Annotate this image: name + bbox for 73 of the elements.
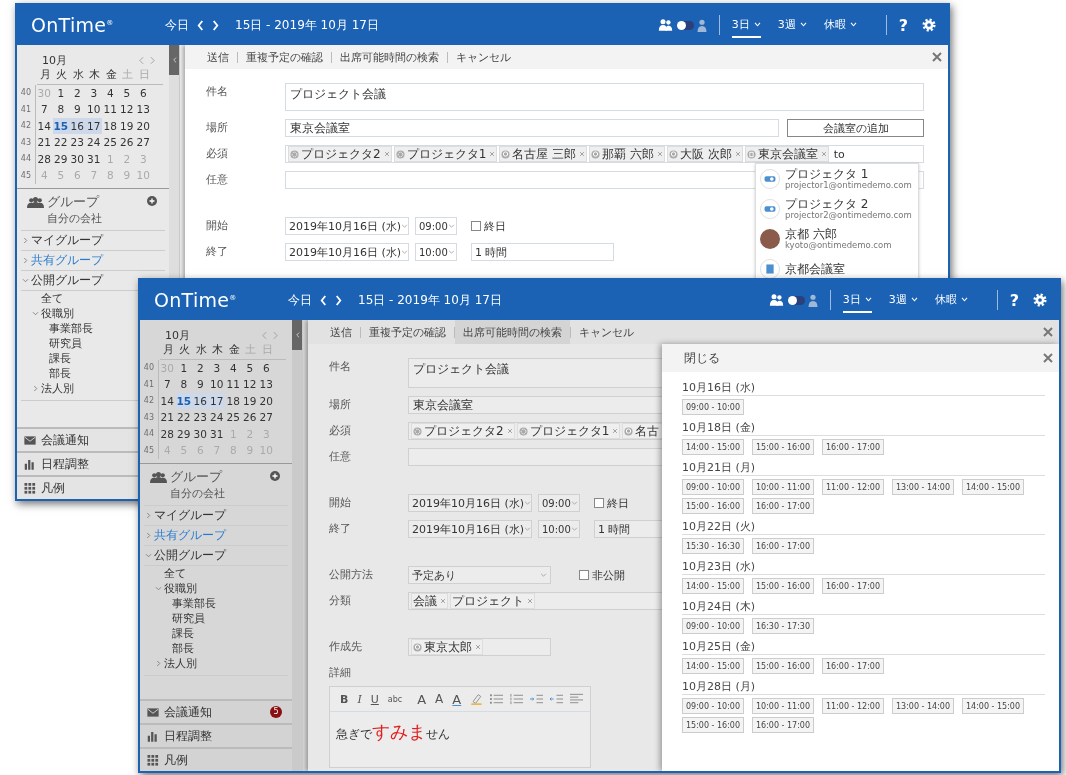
- week-number: 44: [19, 150, 36, 167]
- field-label: 終了: [206, 244, 229, 260]
- week-number: 43: [142, 409, 159, 426]
- field-label: 開始: [206, 218, 229, 234]
- weekday-label: 木: [88, 67, 102, 84]
- week-number: 43: [19, 134, 36, 151]
- date-range: 15日 - 2019年 10月 17日: [235, 16, 379, 34]
- weekday-label: 水: [194, 342, 208, 359]
- suggestion-name: 京都 六郎: [785, 227, 838, 240]
- month-label: 10月: [165, 327, 190, 343]
- suggestion-name: 京都会議室: [785, 263, 845, 275]
- field-label: 件名: [329, 359, 352, 375]
- week-number: 45: [142, 442, 159, 459]
- suggestion-email: kyoto@ontimedemo.com: [785, 239, 892, 251]
- week-number: 42: [19, 117, 36, 134]
- week-number: 40: [142, 359, 159, 376]
- nav-label: 会議通知: [164, 703, 212, 721]
- suggestion-email: projector2@ontimedemo.com: [785, 209, 912, 221]
- date-heading: 10月28日 (月): [682, 680, 1045, 695]
- group-title: グループ: [170, 468, 224, 486]
- suggestion-name: プロジェクタ 1: [785, 167, 870, 180]
- field-label: 必須: [329, 423, 352, 439]
- date-heading: 10月22日 (火): [682, 520, 1045, 535]
- weekday-label: 火: [55, 67, 69, 84]
- field-label: 場所: [329, 397, 352, 413]
- date-range: 15日 - 2019年 10月 17日: [358, 291, 502, 309]
- editor-text: 急ぎですみま せん: [335, 720, 451, 744]
- field-label: 任意: [329, 449, 352, 465]
- week-number: 45: [19, 167, 36, 184]
- weekday-label: 月: [161, 342, 175, 359]
- weekday-label: 日: [137, 67, 151, 84]
- month-label: 10月: [42, 52, 67, 68]
- date-heading: 10月23日 (水): [682, 560, 1045, 575]
- field-label: 場所: [206, 120, 229, 136]
- group-subtitle: 自分の会社: [47, 210, 103, 226]
- date-heading: 10月16日 (水): [682, 381, 1045, 396]
- suggestion-name: プロジェクタ 2: [785, 197, 870, 210]
- field-label: 開始: [329, 495, 352, 511]
- count-badge: 5: [270, 706, 282, 718]
- date-heading: 10月21日 (月): [682, 461, 1045, 476]
- nav-label: 会議通知: [41, 431, 89, 449]
- field-label: 終了: [329, 521, 352, 537]
- nav-label: 日程調整: [41, 455, 89, 473]
- week-number: 44: [142, 425, 159, 442]
- nav-label: 凡例: [41, 479, 65, 497]
- week-number: 41: [142, 376, 159, 393]
- field-label: 件名: [206, 84, 229, 100]
- app-logo: OnTime$^{®}$: [31, 14, 115, 36]
- date-heading: 10月24日 (木): [682, 600, 1045, 615]
- week-number: 41: [19, 101, 36, 118]
- group-subtitle: 自分の会社: [170, 485, 226, 501]
- date-heading: 10月18日 (金): [682, 421, 1045, 436]
- nav-label: 凡例: [164, 751, 188, 769]
- field-label: 分類: [329, 593, 352, 609]
- field-label: 詳細: [329, 665, 352, 681]
- typed-text: to: [833, 147, 845, 161]
- suggestion-email: projector1@ontimedemo.com: [785, 179, 912, 191]
- weekday-label: 月: [38, 67, 52, 84]
- field-label: 任意: [206, 172, 229, 188]
- field-label: 作成先: [329, 639, 363, 655]
- weekday-label: 金: [227, 342, 241, 359]
- nav-label: 日程調整: [164, 727, 212, 745]
- field-label: 公開方法: [329, 567, 374, 583]
- group-title: グループ: [47, 193, 101, 211]
- weekday-label: 水: [71, 67, 85, 84]
- field-label: 必須: [206, 146, 229, 162]
- weekday-label: 木: [211, 342, 225, 359]
- weekday-label: 金: [104, 67, 118, 84]
- app-logo: OnTime$^{®}$: [154, 289, 238, 311]
- week-number: 40: [19, 84, 36, 101]
- date-heading: 10月25日 (金): [682, 640, 1045, 655]
- weekday-label: 火: [178, 342, 192, 359]
- week-number: 42: [142, 392, 159, 409]
